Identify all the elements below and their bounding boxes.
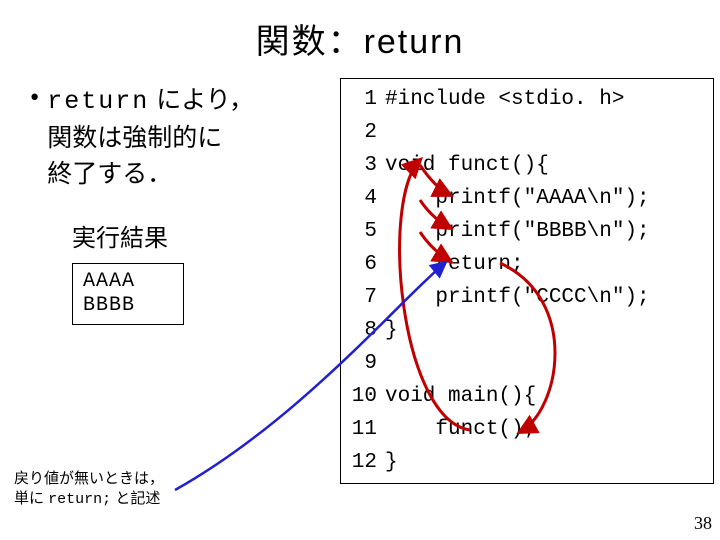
bullet-text: return により， 関数は強制的に 終了する． <box>47 82 254 192</box>
bullet-line3: 終了する． <box>47 160 172 188</box>
result-box: AAAA BBBB <box>72 263 184 325</box>
bullet-rest1: により， <box>149 86 254 114</box>
code-line: 2 <box>347 116 707 149</box>
result-line-1: AAAA <box>83 270 173 294</box>
footnote-line2: 単に return; と記述 <box>14 489 164 510</box>
code-line: 6 return; <box>347 248 707 281</box>
bullet-marker: • <box>28 82 41 116</box>
slide-title: 関数：return <box>0 0 720 63</box>
bullet-line2: 関数は強制的に <box>47 124 222 152</box>
left-column: • return により， 関数は強制的に 終了する． 実行結果 AAAA BB… <box>28 82 338 325</box>
code-line: 9 <box>347 347 707 380</box>
bullet-item: • return により， 関数は強制的に 終了する． <box>28 82 338 192</box>
code-line: 12} <box>347 446 707 479</box>
code-box: 1#include <stdio. h> 2 3void funct(){ 4 … <box>340 78 714 484</box>
code-line: 5 printf("BBBB\n"); <box>347 215 707 248</box>
footnote-suffix: と記述 <box>111 490 160 507</box>
code-line: 8} <box>347 314 707 347</box>
bullet-mono: return <box>47 87 149 116</box>
code-line: 1#include <stdio. h> <box>347 83 707 116</box>
code-line: 7 printf("CCCC\n"); <box>347 281 707 314</box>
code-line: 4 printf("AAAA\n"); <box>347 182 707 215</box>
code-line: 3void funct(){ <box>347 149 707 182</box>
footnote-line1: 戻り値が無いときは， <box>14 469 164 489</box>
slide: 関数：return • return により， 関数は強制的に 終了する． 実行… <box>0 0 720 540</box>
code-line: 10void main(){ <box>347 380 707 413</box>
result-line-2: BBBB <box>83 294 173 318</box>
page-number: 38 <box>694 513 712 534</box>
footnote-mono: return; <box>48 491 111 508</box>
footnote: 戻り値が無いときは， 単に return; と記述 <box>14 469 164 510</box>
code-line: 11 funct(); <box>347 413 707 446</box>
footnote-prefix: 単に <box>14 490 48 507</box>
result-label: 実行結果 <box>72 218 338 253</box>
